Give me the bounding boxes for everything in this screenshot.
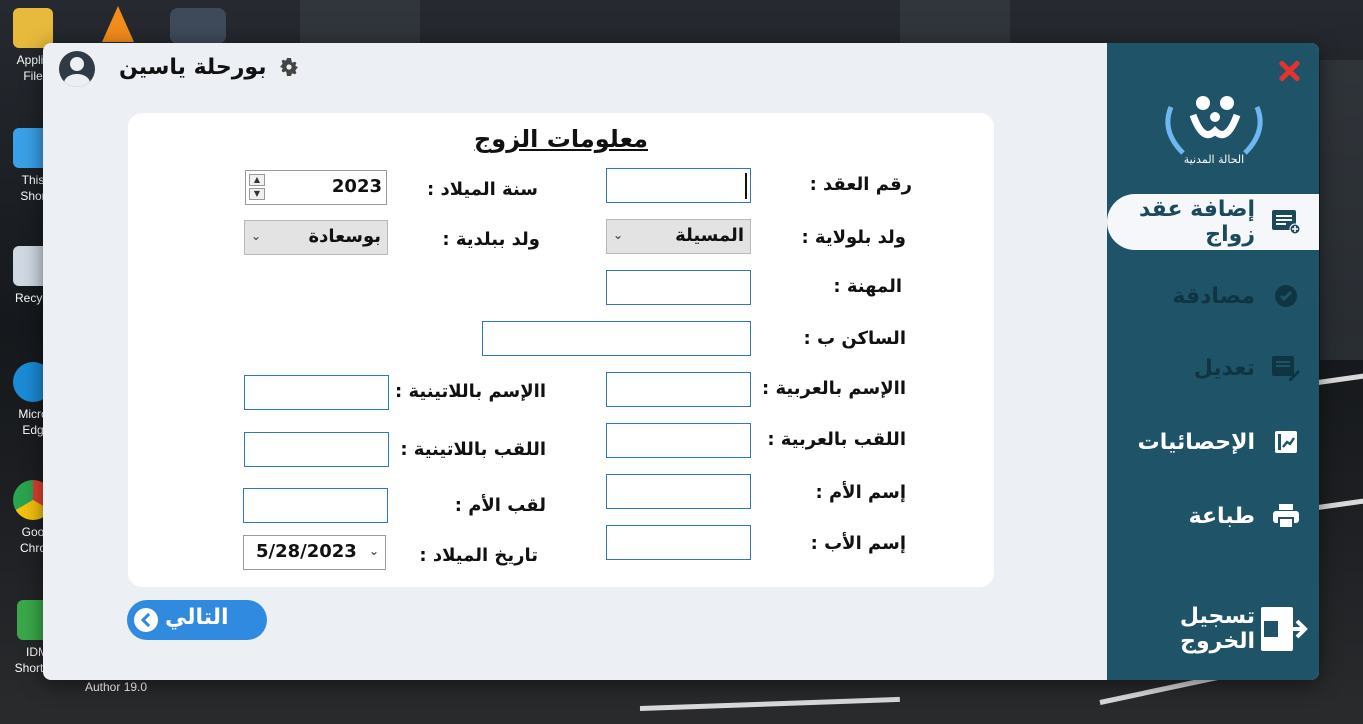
first-name-ar-input[interactable] — [606, 372, 751, 407]
folder-icon — [13, 8, 53, 48]
birth-date-picker[interactable]: 5/28/2023 ⌄ — [243, 535, 386, 570]
husband-info-card: معلومات الزوج رقم العقد : ولد بلولاية : … — [128, 113, 994, 587]
logout-button[interactable]: تسجيل الخروج — [1107, 601, 1319, 657]
spin-down-icon[interactable]: ▼ — [249, 188, 265, 200]
gear-icon[interactable] — [277, 55, 301, 79]
father-name-input[interactable] — [606, 525, 751, 560]
mother-name-input[interactable] — [606, 474, 751, 509]
mother-last-name-input[interactable] — [243, 488, 388, 523]
user-avatar-icon[interactable] — [59, 51, 95, 87]
form-title: معلومات الزوج — [474, 125, 648, 153]
app-shortcut-icon[interactable] — [170, 8, 226, 44]
chevron-down-icon: ⌄ — [368, 544, 379, 558]
last-name-lat-input[interactable] — [244, 432, 389, 467]
chevron-left-icon — [134, 608, 158, 632]
label-born-wilaya: ولد بلولاية : — [801, 227, 906, 248]
verified-icon — [1271, 281, 1301, 311]
label-first-name-ar: االإسم بالعربية : — [762, 378, 906, 399]
label-born-commune: ولد ببلدية : — [442, 229, 540, 250]
edit-icon — [1271, 353, 1301, 383]
label-mother-name: إسم الأم : — [815, 482, 906, 503]
nav-label: طباعة — [1188, 503, 1255, 529]
spin-up-icon[interactable]: ▲ — [249, 174, 265, 186]
chevron-down-icon: ⌄ — [251, 229, 262, 243]
app-window: بورحلة ياسين الحالة المدنية إضافة عقد زو… — [43, 43, 1319, 680]
label-last-name-ar: اللقب بالعربية : — [767, 429, 906, 450]
close-icon[interactable] — [1275, 57, 1303, 85]
logout-icon — [1261, 607, 1309, 651]
resident-in-input[interactable] — [482, 321, 751, 356]
nav-item-print[interactable]: طباعة — [1107, 488, 1319, 544]
next-button[interactable]: التالي — [127, 600, 267, 640]
nav-label: إضافة عقد زواج — [1138, 197, 1255, 247]
nav-item-edit[interactable]: تعديل — [1107, 340, 1319, 396]
birth-year-stepper[interactable]: ▲ ▼ 2023 — [245, 170, 387, 205]
last-name-ar-input[interactable] — [606, 423, 751, 458]
label-birth-year: سنة الميلاد : — [427, 179, 538, 200]
nav-item-stats[interactable]: الإحصائيات — [1107, 414, 1319, 470]
nav-label: تسجيل الخروج — [1179, 604, 1255, 654]
label-first-name-lat: االإسم باللاتينية : — [395, 381, 546, 402]
nav-label: الإحصائيات — [1137, 429, 1255, 455]
print-icon — [1271, 501, 1301, 531]
desktop-label-author: Author 19.0 — [85, 680, 148, 694]
first-name-lat-input[interactable] — [244, 375, 389, 410]
text-caret — [745, 173, 747, 199]
sidebar: الحالة المدنية إضافة عقد زواج مصادقة تعد… — [1107, 43, 1319, 680]
wilaya-select[interactable]: المسيلة ⌄ — [606, 219, 751, 254]
nav-item-add-contract[interactable]: إضافة عقد زواج — [1107, 194, 1319, 250]
user-name: بورحلة ياسين — [119, 55, 267, 80]
label-profession: المهنة : — [833, 276, 902, 297]
label-last-name-lat: اللقب باللاتينية : — [400, 439, 546, 460]
label-father-name: إسم الأب : — [810, 533, 906, 554]
nav-label: مصادقة — [1172, 283, 1255, 309]
vlc-icon[interactable] — [102, 6, 134, 42]
label-birth-date: تاريخ الميلاد : — [419, 545, 538, 566]
logo: الحالة المدنية — [1153, 91, 1275, 173]
contract-number-input[interactable] — [606, 168, 751, 203]
nav-label: تعديل — [1193, 355, 1255, 381]
label-mother-last-name: لقب الأم : — [454, 495, 546, 516]
commune-select[interactable]: بوسعادة ⌄ — [244, 220, 388, 255]
chevron-down-icon: ⌄ — [613, 228, 624, 242]
family-logo-icon — [1165, 96, 1263, 155]
add-contract-icon — [1271, 207, 1301, 237]
nav-item-verify[interactable]: مصادقة — [1107, 268, 1319, 324]
profession-input[interactable] — [606, 270, 751, 305]
label-resident-in: الساكن ب : — [803, 328, 907, 349]
label-contract-number: رقم العقد : — [809, 174, 912, 195]
stats-icon — [1271, 427, 1301, 457]
